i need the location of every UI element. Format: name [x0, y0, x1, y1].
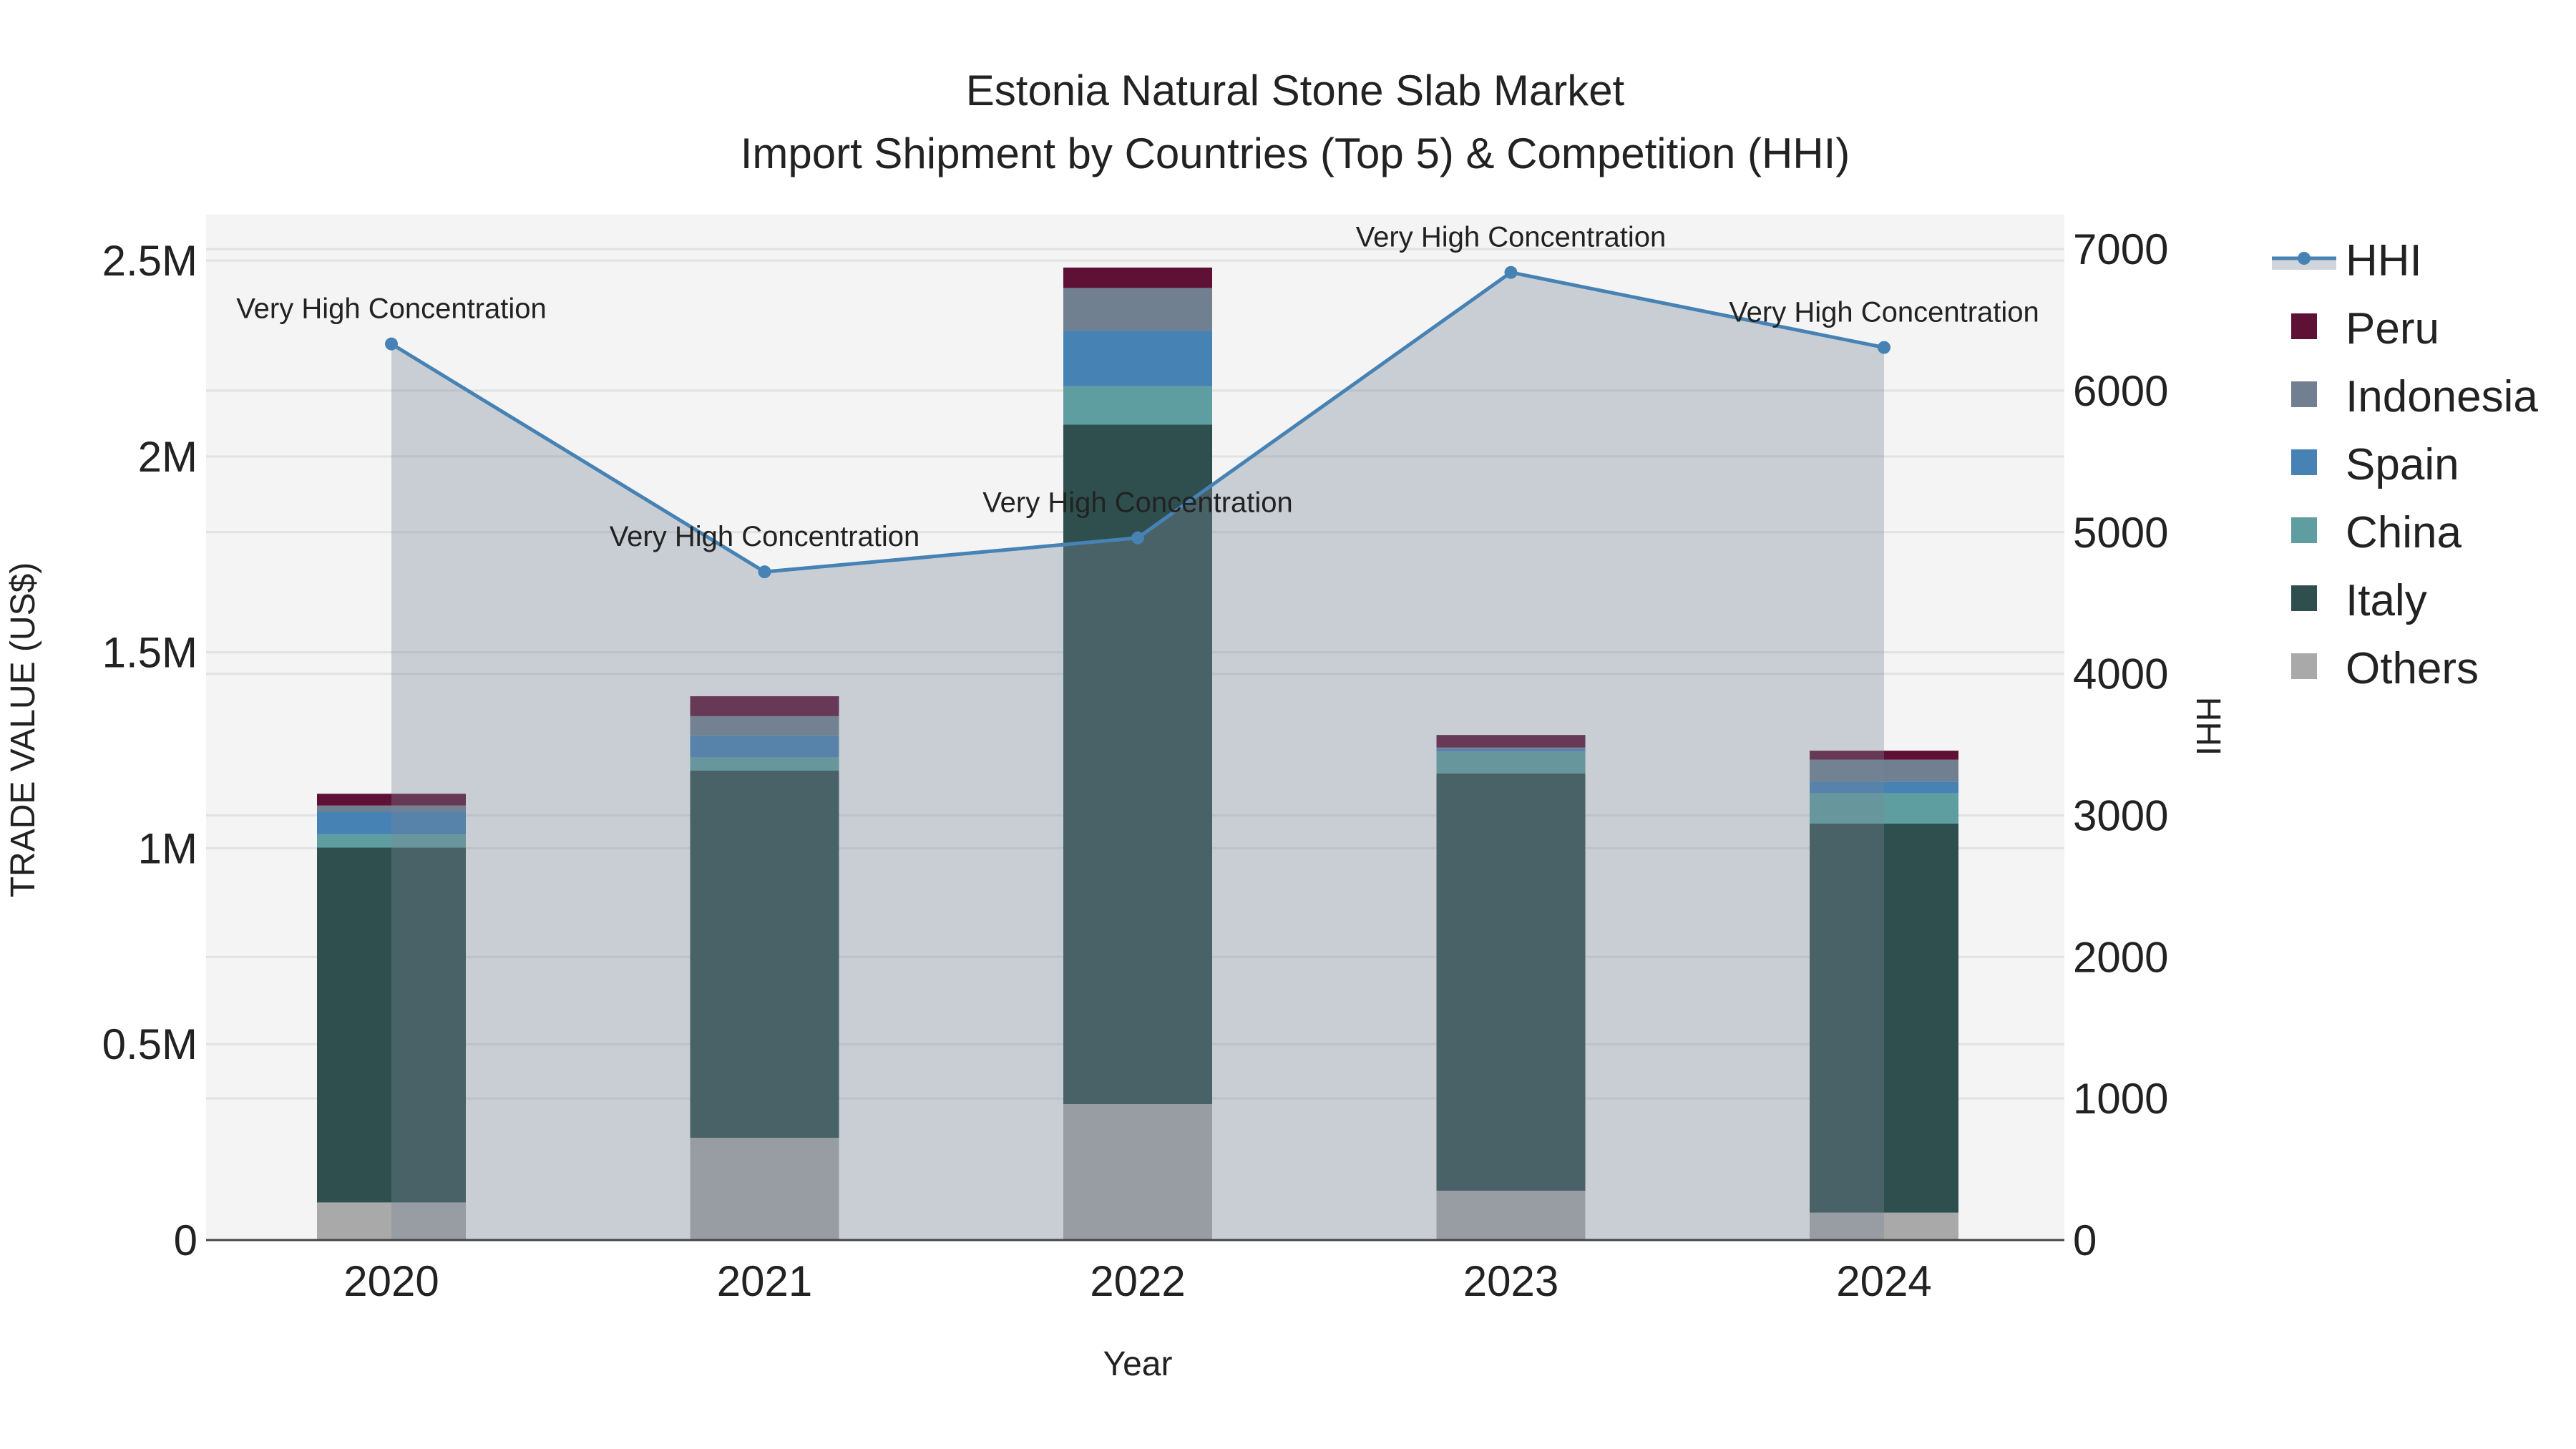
y2-tick-label: 1000 [2073, 1075, 2168, 1123]
x-tick-label: 2024 [1836, 1257, 1931, 1305]
legend-item-china: China [2291, 508, 2462, 557]
x-tick-label: 2022 [1090, 1257, 1185, 1305]
hhi-point-2020 [385, 337, 398, 351]
chart: Very High Concentration Very High Concent… [4, 67, 2538, 1383]
hhi-point-2024 [1878, 341, 1890, 354]
chart-title: Estonia Natural Stone Slab Market [966, 67, 1625, 114]
y2-tick-label: 4000 [2073, 650, 2168, 698]
legend-label: HHI [2346, 236, 2422, 286]
legend-label: Others [2346, 644, 2479, 693]
y2-tick-label: 0 [2073, 1216, 2097, 1264]
legend-item-indonesia: Indonesia [2291, 372, 2538, 421]
legend-swatch [2291, 381, 2317, 407]
legend-swatch [2291, 653, 2317, 679]
y2-tick-label: 5000 [2073, 509, 2168, 557]
legend-item-italy: Italy [2291, 576, 2427, 625]
chart-subtitle: Import Shipment by Countries (Top 5) & C… [741, 130, 1850, 177]
bar-spain-2022 [1063, 331, 1212, 386]
y2-tick-label: 7000 [2073, 225, 2168, 273]
hhi-annotation: Very High Concentration [610, 521, 920, 552]
hhi-annotation: Very High Concentration [982, 487, 1293, 519]
x-tick-label: 2021 [717, 1257, 812, 1305]
y2-axis-title: HHI [2189, 697, 2227, 756]
hhi-annotation: Very High Concentration [236, 293, 547, 325]
x-tick-label: 2020 [343, 1257, 439, 1305]
legend-label: Spain [2346, 440, 2459, 489]
y-tick-label: 2M [138, 433, 197, 481]
legend-item-hhi: HHI [2272, 236, 2422, 286]
y-tick-label: 1M [138, 824, 197, 872]
y2-tick-label: 2000 [2073, 933, 2168, 981]
legend-swatch [2291, 449, 2317, 475]
y-tick-label: 0 [174, 1216, 197, 1264]
legend-label: Indonesia [2346, 372, 2538, 421]
y2-tick-label: 3000 [2073, 791, 2168, 839]
legend: HHI Peru Indonesia Spain China Italy Others [2272, 236, 2538, 693]
hhi-point-2021 [758, 565, 771, 579]
y-tick-label: 0.5M [102, 1020, 197, 1068]
legend-item-spain: Spain [2291, 440, 2459, 489]
x-axis-title: Year [1103, 1345, 1173, 1383]
y-tick-label: 2.5M [102, 237, 197, 285]
legend-label: Peru [2346, 304, 2439, 353]
legend-swatch [2291, 585, 2317, 611]
y-axis-title: TRADE VALUE (US$) [4, 562, 42, 898]
hhi-point-2023 [1504, 265, 1518, 279]
y-tick-label: 1.5M [102, 629, 197, 677]
bar-indonesia-2022 [1063, 288, 1212, 331]
bar-peru-2022 [1063, 267, 1212, 288]
y2-tick-label: 6000 [2073, 367, 2168, 415]
bar-china-2022 [1063, 386, 1212, 425]
legend-label: China [2346, 508, 2462, 557]
legend-swatch [2291, 517, 2317, 543]
legend-item-peru: Peru [2291, 304, 2439, 353]
x-tick-label: 2023 [1463, 1257, 1558, 1305]
legend-swatch [2291, 313, 2317, 339]
legend-hhi-marker [2298, 252, 2311, 265]
hhi-annotation: Very High Concentration [1729, 297, 2039, 328]
hhi-point-2022 [1131, 531, 1144, 545]
hhi-annotation: Very High Concentration [1356, 222, 1667, 253]
legend-item-others: Others [2291, 644, 2479, 693]
legend-label: Italy [2346, 576, 2427, 625]
